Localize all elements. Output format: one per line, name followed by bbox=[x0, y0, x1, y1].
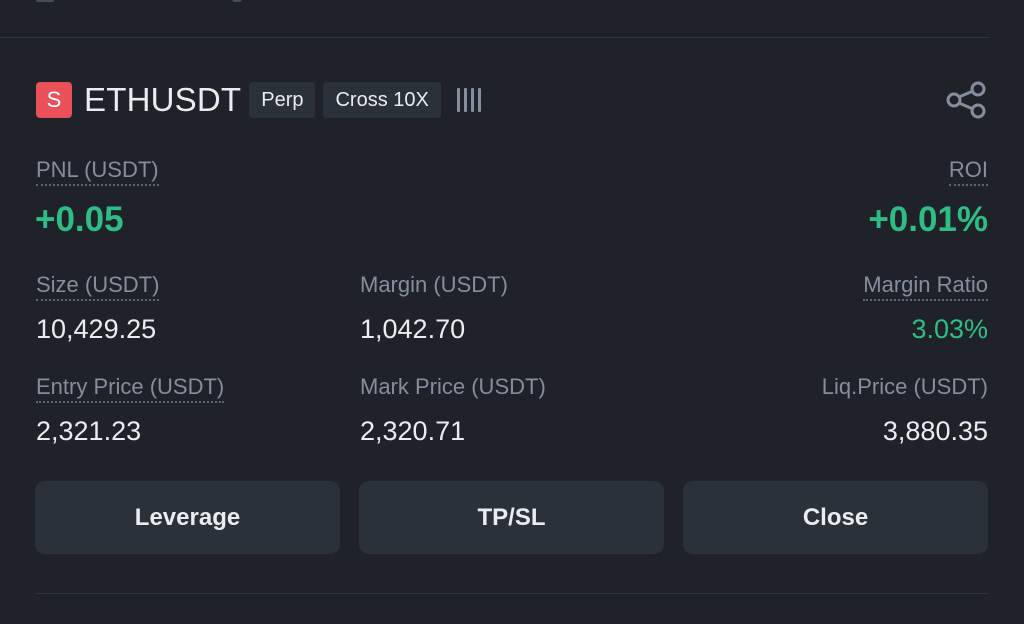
margin-value: 1,042.70 bbox=[360, 314, 466, 344]
contract-type-tag: Perp bbox=[249, 82, 316, 118]
tpsl-button[interactable]: TP/SL bbox=[359, 481, 664, 554]
size-value: 10,429.25 bbox=[36, 314, 157, 344]
signal-bars-icon bbox=[456, 85, 481, 115]
previous-section-edge bbox=[0, 0, 1024, 10]
position-card-screen: S ETHUSDT Perp Cross 10X PNL (USDT) +0.0… bbox=[0, 0, 1024, 624]
close-position-button[interactable]: Close bbox=[683, 481, 988, 554]
liq-price-label: Liq.Price (USDT) bbox=[821, 374, 988, 399]
margin-ratio-label[interactable]: Margin Ratio bbox=[863, 272, 988, 301]
symbol-name[interactable]: ETHUSDT bbox=[84, 81, 241, 119]
leverage-button[interactable]: Leverage bbox=[35, 481, 340, 554]
mark-price-label: Mark Price (USDT) bbox=[360, 374, 546, 399]
roi-label[interactable]: ROI bbox=[948, 157, 988, 186]
symbol-badge: S bbox=[36, 82, 72, 118]
pnl-value: +0.05 bbox=[35, 200, 124, 239]
partial-icon bbox=[232, 0, 242, 2]
share-icon[interactable] bbox=[944, 80, 988, 120]
partial-icon bbox=[36, 0, 54, 2]
mark-price-value: 2,320.71 bbox=[360, 416, 466, 446]
size-label[interactable]: Size (USDT) bbox=[36, 272, 160, 301]
pnl-label[interactable]: PNL (USDT) bbox=[36, 157, 159, 186]
margin-mode-tag[interactable]: Cross 10X bbox=[323, 82, 441, 118]
margin-ratio-value: 3.03% bbox=[911, 314, 988, 344]
liq-price-value: 3,880.35 bbox=[882, 416, 988, 446]
divider bbox=[0, 37, 990, 38]
entry-price-label[interactable]: Entry Price (USDT) bbox=[36, 374, 225, 403]
margin-label: Margin (USDT) bbox=[360, 272, 508, 297]
divider bbox=[36, 593, 988, 594]
entry-price-value: 2,321.23 bbox=[36, 416, 142, 446]
roi-value: +0.01% bbox=[868, 200, 988, 239]
position-header: S ETHUSDT Perp Cross 10X bbox=[36, 81, 481, 119]
